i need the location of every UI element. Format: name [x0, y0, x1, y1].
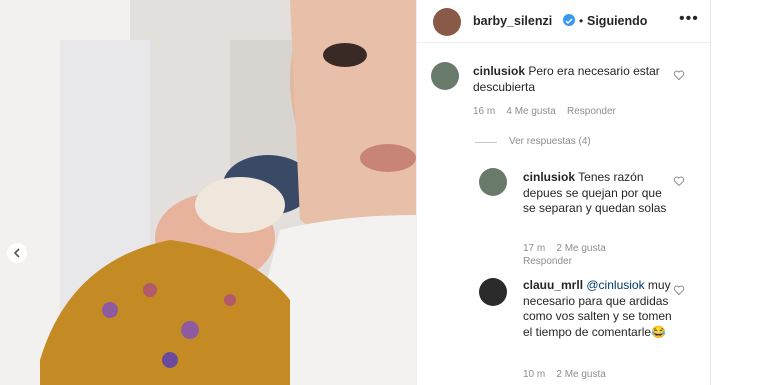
reply-button[interactable]: Responder: [523, 256, 572, 267]
more-options-icon[interactable]: •••: [679, 10, 699, 28]
comment-time: 16 m: [473, 106, 496, 117]
comment-username[interactable]: cinlusiok: [473, 64, 525, 78]
author-avatar[interactable]: [433, 8, 461, 36]
like-heart-icon[interactable]: [673, 175, 685, 187]
comment-time: 10 m: [523, 369, 546, 380]
photo-image: [0, 0, 416, 385]
view-replies-button[interactable]: Ver respuestas (4): [509, 136, 591, 147]
comment-text: cinlusiok Tenes razón depues se quejan p…: [523, 170, 673, 217]
replies-divider: [475, 142, 497, 143]
comment-likes[interactable]: 4 Me gusta: [506, 106, 555, 117]
page-margin: [710, 0, 768, 385]
comment-meta: 17 m 2 Me gusta: [523, 242, 606, 255]
comment-time: 17 m: [523, 243, 546, 254]
separator-dot: •: [579, 14, 584, 28]
commenter-avatar[interactable]: [479, 278, 507, 306]
post-photo: [0, 0, 416, 385]
like-heart-icon[interactable]: [673, 69, 685, 81]
like-heart-icon[interactable]: [673, 284, 685, 296]
reply-button-row: Responder: [523, 255, 572, 268]
verified-badge-icon: [563, 14, 575, 26]
post-header: barby_silenzi • Siguiendo •••: [417, 0, 711, 43]
comment-meta: 16 m 4 Me gusta Responder: [473, 105, 616, 118]
reply-button[interactable]: Responder: [567, 106, 616, 117]
comment-username[interactable]: clauu_mrll: [523, 278, 583, 292]
following-button[interactable]: Siguiendo: [587, 14, 647, 28]
comment-mention[interactable]: @cinlusiok: [586, 278, 644, 292]
chevron-left-icon: [13, 248, 20, 258]
comment-username[interactable]: cinlusiok: [523, 170, 575, 184]
comment-likes[interactable]: 2 Me gusta: [556, 243, 605, 254]
previous-photo-button[interactable]: [7, 243, 27, 263]
commenter-avatar[interactable]: [431, 62, 459, 90]
comment-text: clauu_mrll @cinlusiok muy necesario para…: [523, 278, 673, 340]
commenter-avatar[interactable]: [479, 168, 507, 196]
comment-text: cinlusiok Pero era necesario estar descu…: [473, 64, 663, 95]
comment-meta: 10 m 2 Me gusta: [523, 368, 606, 381]
comment-likes[interactable]: 2 Me gusta: [556, 369, 605, 380]
author-username[interactable]: barby_silenzi: [473, 14, 552, 28]
comments-panel: barby_silenzi • Siguiendo ••• cinlusiok …: [416, 0, 711, 385]
